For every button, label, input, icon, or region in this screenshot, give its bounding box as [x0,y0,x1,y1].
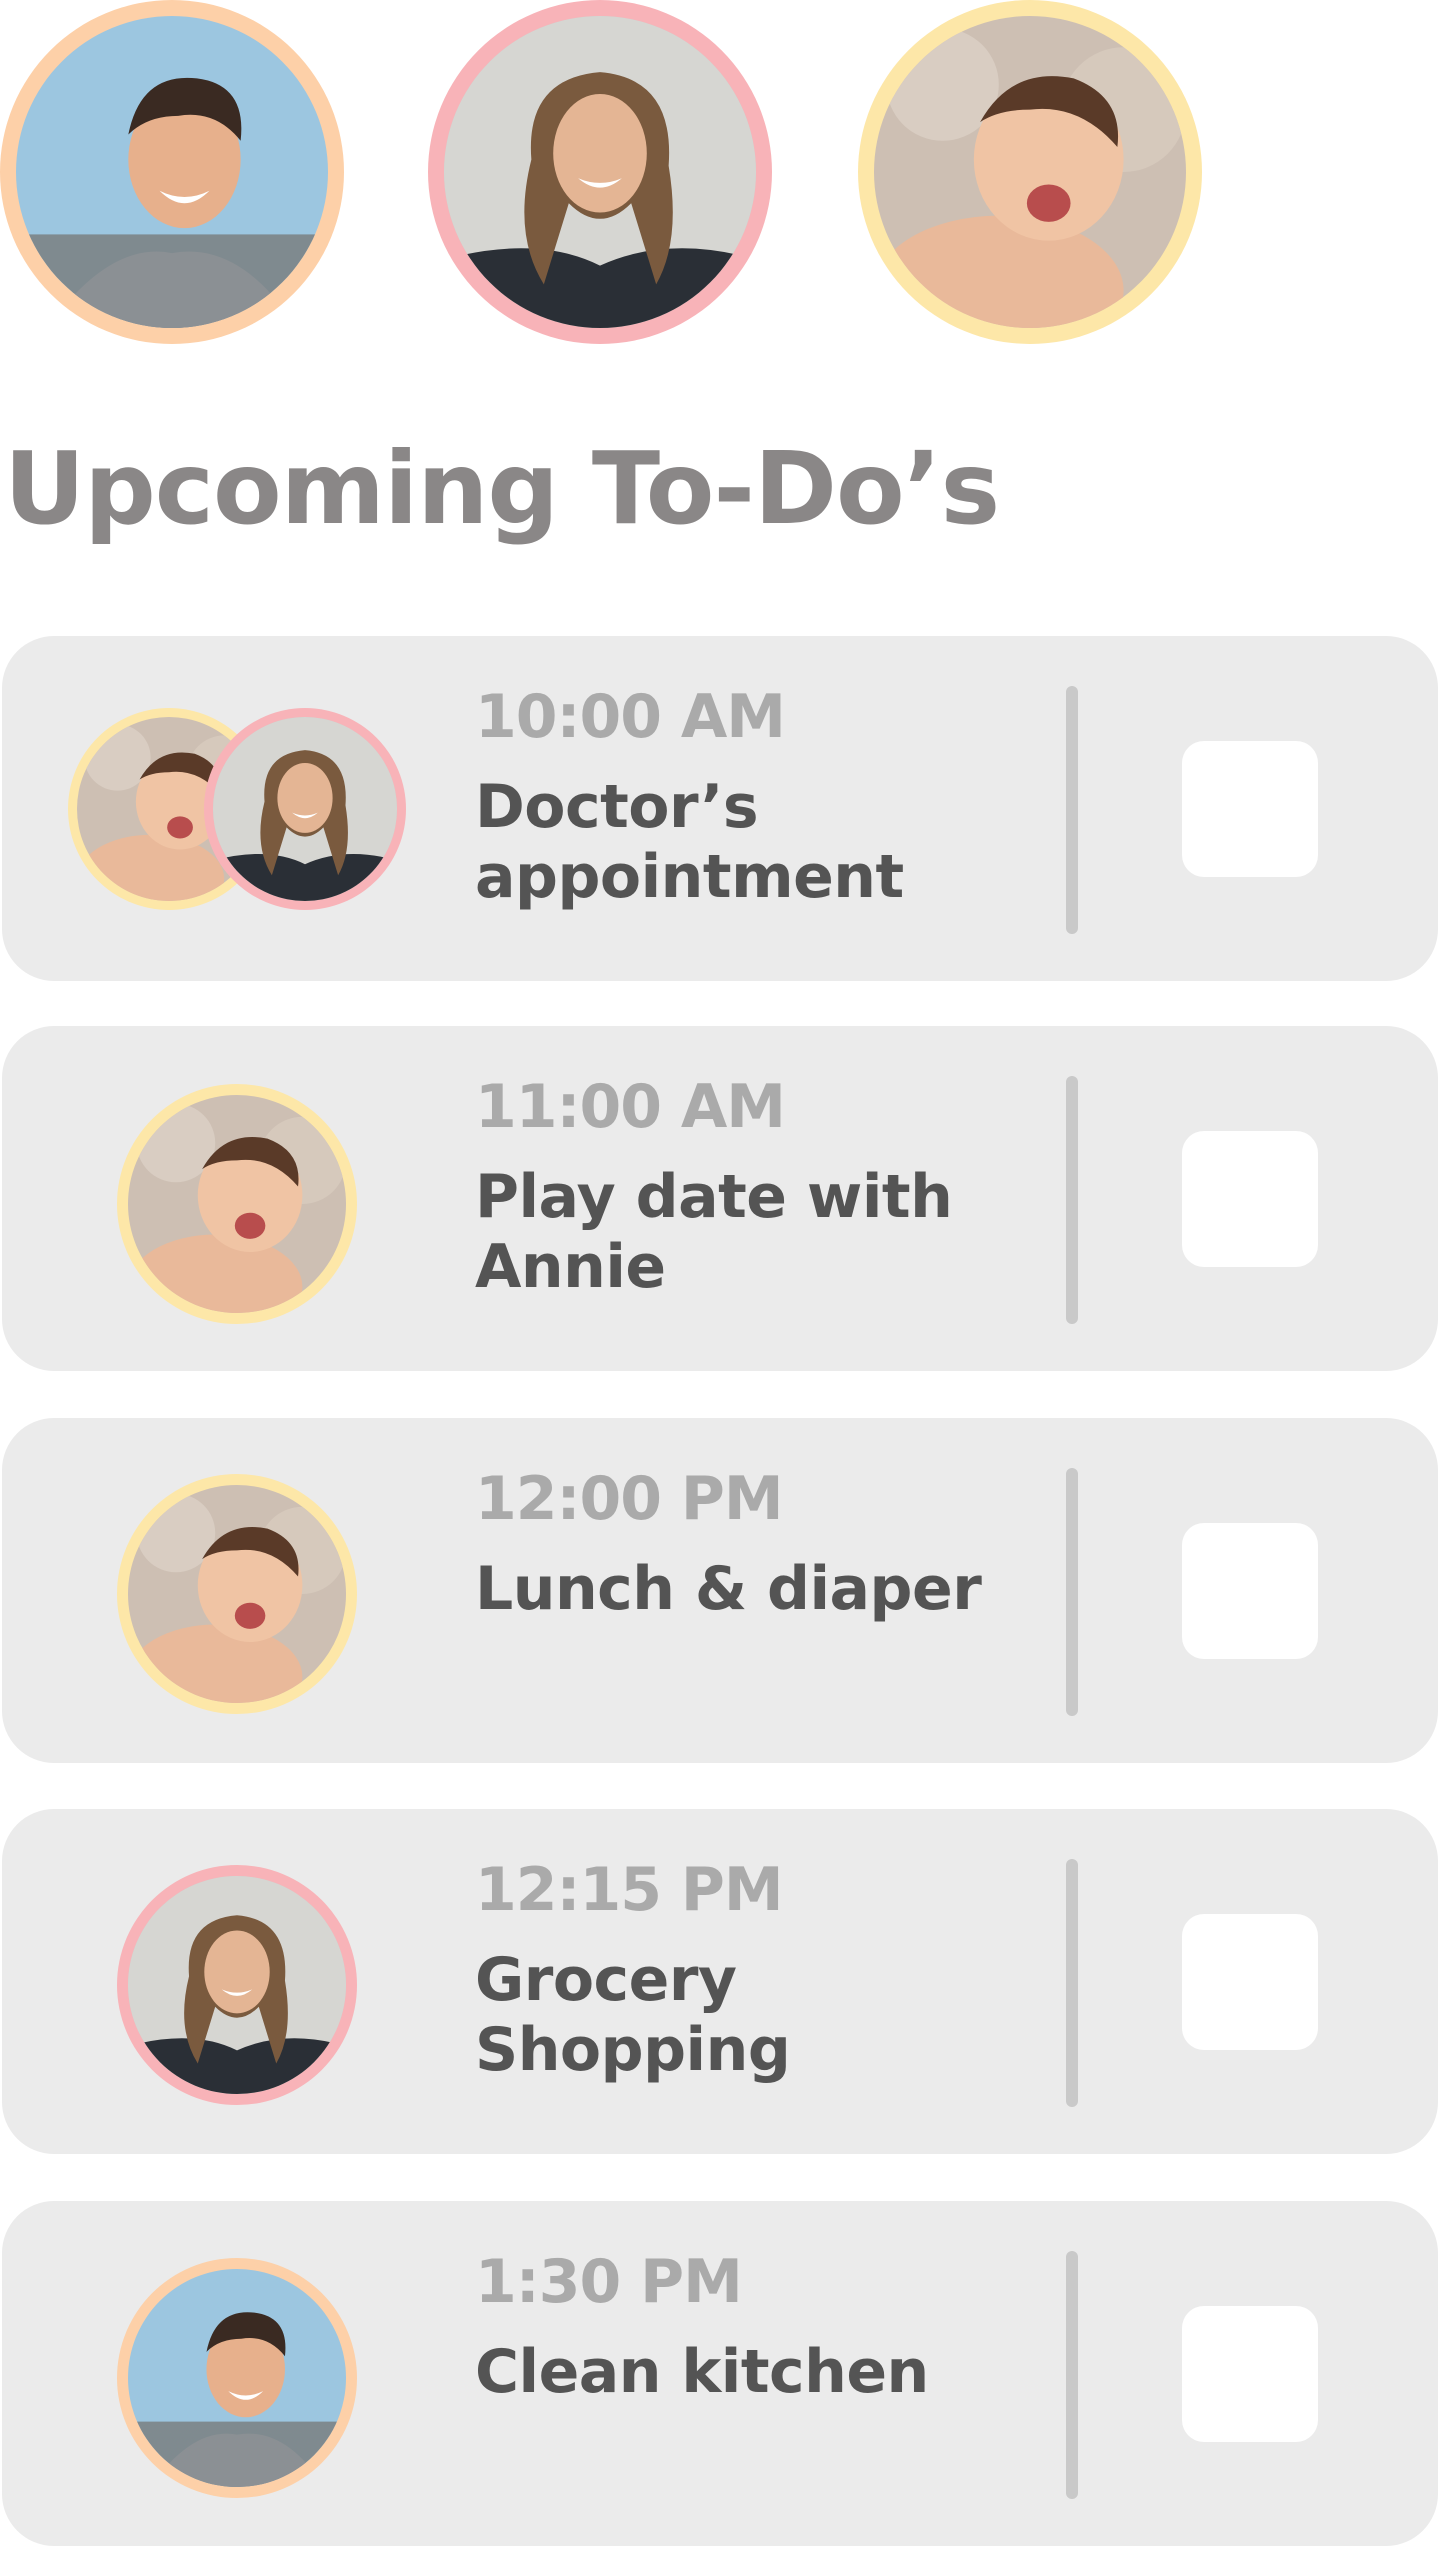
mom-photo [444,16,756,328]
todo-title: Clean kitchen [475,2337,929,2407]
divider [1066,2251,1078,2499]
mom-avatar[interactable] [428,0,772,344]
baby-photo [874,16,1186,328]
dad-photo [16,16,328,328]
todo-card[interactable]: 1:30 PM Clean kitchen [2,2201,1438,2546]
divider [1066,1076,1078,1324]
baby-avatar[interactable] [858,0,1202,344]
todo-time: 1:30 PM [475,2247,743,2317]
todo-checkbox[interactable] [1182,1523,1318,1659]
todo-time: 10:00 AM [475,682,786,752]
baby-photo [128,1485,346,1703]
baby-avatar [117,1474,357,1714]
todo-card[interactable]: 10:00 AM Doctor’s appointment [2,636,1438,981]
todo-checkbox[interactable] [1182,1914,1318,2050]
todo-time: 12:15 PM [475,1855,784,1925]
page-title: Upcoming To-Do’s [4,430,1000,547]
todo-checkbox[interactable] [1182,1131,1318,1267]
todo-card[interactable]: 12:00 PM Lunch & diaper [2,1418,1438,1763]
dad-avatar[interactable] [0,0,344,344]
mom-photo [128,1876,346,2094]
divider [1066,1859,1078,2107]
todo-time: 12:00 PM [475,1464,784,1534]
baby-avatar [117,1084,357,1324]
todo-time: 11:00 AM [475,1072,786,1142]
mom-photo [213,717,397,901]
dad-photo [128,2269,346,2487]
todo-card[interactable]: 11:00 AM Play date with Annie [2,1026,1438,1371]
todo-card[interactable]: 12:15 PM Grocery Shopping [2,1809,1438,2154]
todo-checkbox[interactable] [1182,741,1318,877]
divider [1066,686,1078,934]
todo-title: Grocery Shopping [475,1945,791,2085]
todo-checkbox[interactable] [1182,2306,1318,2442]
mom-avatar [204,708,406,910]
baby-photo [128,1095,346,1313]
dad-avatar [117,2258,357,2498]
todo-title: Play date with Annie [475,1162,953,1302]
mom-avatar [117,1865,357,2105]
divider [1066,1468,1078,1716]
todo-title: Lunch & diaper [475,1554,982,1624]
todo-title: Doctor’s appointment [475,772,904,912]
